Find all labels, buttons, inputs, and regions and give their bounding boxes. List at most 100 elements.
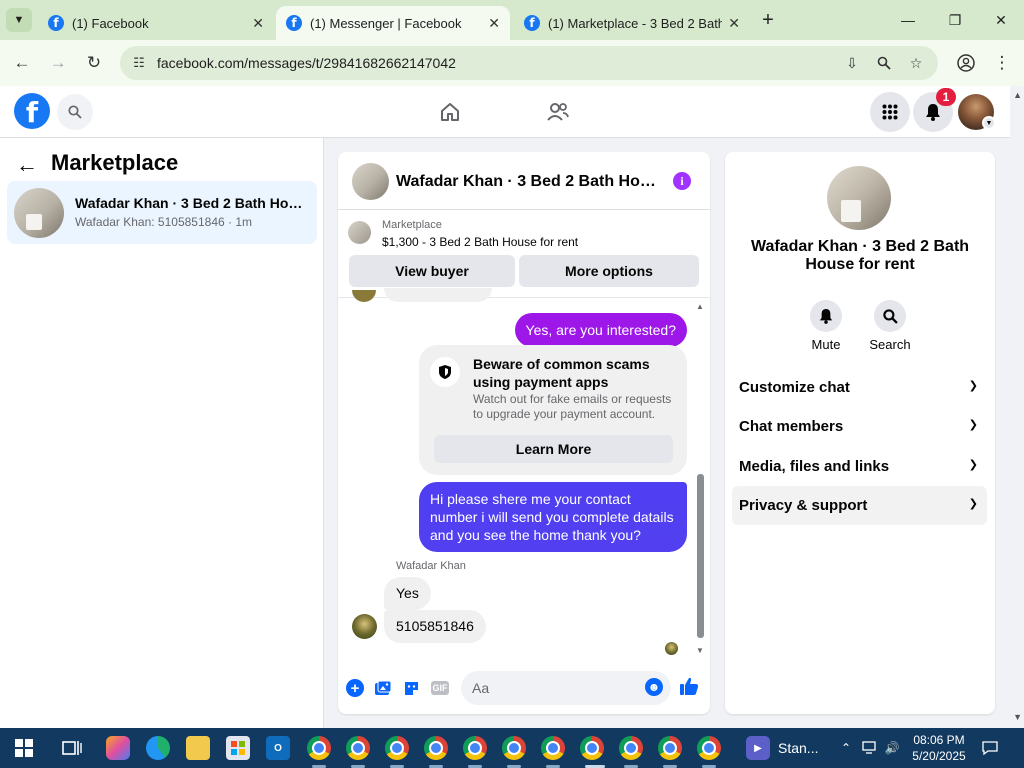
page-scroll-up-icon[interactable]: ▲ bbox=[1013, 90, 1022, 100]
chrome-icon[interactable] bbox=[307, 736, 331, 760]
message-bubble-outgoing[interactable]: Yes, are you interested? bbox=[514, 313, 687, 347]
outlook-icon[interactable]: O bbox=[266, 736, 290, 760]
gif-icon[interactable]: GIF bbox=[431, 681, 449, 695]
section-label: Customize chat bbox=[739, 379, 850, 396]
thumbs-up-icon[interactable] bbox=[679, 676, 699, 702]
close-icon[interactable]: ✕ bbox=[488, 15, 500, 32]
new-tab-plus-icon[interactable]: + bbox=[758, 8, 778, 32]
message-bubble-outgoing[interactable]: Hi please shere me your contact number i… bbox=[419, 482, 687, 552]
message-input[interactable]: Aa bbox=[461, 671, 671, 705]
chrome-icon[interactable] bbox=[502, 736, 526, 760]
listing-price-title[interactable]: $1,300 - 3 Bed 2 Bath House for rent bbox=[382, 235, 578, 249]
page-scroll-down-icon[interactable]: ▼ bbox=[1013, 712, 1022, 722]
tab-search-chevron-icon[interactable]: ▼ bbox=[6, 8, 32, 32]
chevron-down-icon[interactable]: ❯ bbox=[969, 379, 978, 392]
info-icon[interactable]: i bbox=[673, 172, 691, 190]
chrome-icon[interactable] bbox=[580, 736, 604, 760]
back-arrow-icon[interactable]: ← bbox=[16, 152, 38, 178]
chevron-down-icon[interactable]: ▼ bbox=[982, 116, 996, 130]
taskbar-clock[interactable]: 08:06 PM 5/20/2025 bbox=[910, 732, 968, 764]
chat-title[interactable]: Wafadar Khan · 3 Bed 2 Bath House for re… bbox=[396, 173, 658, 191]
conversation-item[interactable]: Wafadar Khan · 3 Bed 2 Bath House for re… bbox=[7, 181, 317, 244]
listing-thumbnail[interactable] bbox=[827, 166, 891, 230]
chrome-icon[interactable] bbox=[619, 736, 643, 760]
microsoft-store-icon[interactable] bbox=[226, 736, 250, 760]
message-bubble-incoming[interactable]: Yes bbox=[384, 577, 431, 610]
scroll-up-icon[interactable]: ▲ bbox=[696, 302, 704, 311]
chevron-down-icon[interactable]: ❯ bbox=[969, 418, 978, 431]
friends-icon[interactable] bbox=[542, 96, 574, 128]
chrome-icon[interactable] bbox=[385, 736, 409, 760]
close-icon[interactable]: ✕ bbox=[728, 15, 740, 32]
chat-panel: Wafadar Khan · 3 Bed 2 Bath House for re… bbox=[338, 152, 710, 714]
tab-messenger[interactable]: f (1) Messenger | Facebook ✕ bbox=[276, 6, 510, 40]
taskbar-app-label[interactable]: Stan... bbox=[778, 740, 818, 756]
menu-grid-icon[interactable] bbox=[870, 92, 910, 132]
sender-avatar[interactable] bbox=[352, 614, 377, 639]
search-button[interactable]: Search bbox=[865, 300, 915, 352]
chat-header: Wafadar Khan · 3 Bed 2 Bath House for re… bbox=[338, 152, 710, 210]
chrome-icon[interactable] bbox=[658, 736, 682, 760]
chrome-icon[interactable] bbox=[463, 736, 487, 760]
video-app-icon[interactable]: ▶ bbox=[746, 736, 770, 760]
task-view-icon[interactable] bbox=[60, 736, 84, 760]
address-bar[interactable]: ☷ facebook.com/messages/t/29841682662147… bbox=[120, 46, 938, 80]
message-composer: + GIF Aa ☻ bbox=[338, 666, 710, 710]
file-explorer-icon[interactable] bbox=[186, 736, 210, 760]
tab-facebook[interactable]: f (1) Facebook ✕ bbox=[38, 6, 274, 40]
network-icon[interactable] bbox=[862, 740, 878, 756]
profile-icon[interactable] bbox=[954, 51, 978, 75]
chat-members-section[interactable]: Chat members ❯ bbox=[732, 407, 987, 446]
chevron-down-icon[interactable]: ❯ bbox=[969, 497, 978, 510]
install-app-icon[interactable]: ⇩ bbox=[842, 54, 862, 72]
reload-icon[interactable]: ↻ bbox=[82, 51, 106, 75]
volume-icon[interactable]: 🔊 bbox=[884, 740, 900, 756]
sticker-icon[interactable] bbox=[400, 677, 422, 699]
customize-chat-section[interactable]: Customize chat ❯ bbox=[732, 368, 987, 407]
edge-browser-icon[interactable] bbox=[146, 736, 170, 760]
site-settings-icon[interactable]: ☷ bbox=[130, 54, 148, 72]
plus-icon[interactable]: + bbox=[346, 679, 364, 697]
back-icon[interactable]: ← bbox=[10, 51, 34, 75]
chrome-icon[interactable] bbox=[346, 736, 370, 760]
chevron-up-icon[interactable]: ⌃ bbox=[838, 740, 854, 756]
scroll-down-icon[interactable]: ▼ bbox=[696, 646, 704, 655]
chrome-icon[interactable] bbox=[424, 736, 448, 760]
mute-button[interactable]: Mute bbox=[801, 300, 851, 352]
clock-date: 5/20/2025 bbox=[912, 749, 966, 763]
restore-icon[interactable]: ❐ bbox=[935, 6, 975, 34]
photo-icon[interactable] bbox=[372, 677, 394, 699]
home-icon[interactable] bbox=[434, 96, 466, 128]
view-buyer-button[interactable]: View buyer bbox=[349, 255, 515, 287]
search-icon[interactable] bbox=[57, 94, 93, 130]
copilot-icon[interactable] bbox=[106, 736, 130, 760]
bell-icon[interactable] bbox=[810, 300, 842, 332]
message-scrollbar[interactable] bbox=[697, 474, 704, 638]
minimize-icon[interactable]: — bbox=[888, 6, 928, 34]
forward-icon[interactable]: → bbox=[46, 51, 70, 75]
windows-start-icon[interactable] bbox=[12, 736, 36, 760]
chrome-icon[interactable] bbox=[697, 736, 721, 760]
chrome-icon[interactable] bbox=[541, 736, 565, 760]
tab-marketplace[interactable]: f (1) Marketplace - 3 Bed 2 Bath Hou ✕ bbox=[514, 6, 750, 40]
emoji-icon[interactable]: ☻ bbox=[645, 678, 663, 696]
zoom-icon[interactable] bbox=[874, 54, 894, 72]
facebook-logo-icon[interactable]: f bbox=[14, 93, 50, 129]
listing-thumbnail[interactable] bbox=[352, 163, 389, 200]
close-icon[interactable]: ✕ bbox=[252, 15, 264, 32]
marketplace-listing-banner: Marketplace $1,300 - 3 Bed 2 Bath House … bbox=[338, 210, 710, 298]
media-files-links-section[interactable]: Media, files and links ❯ bbox=[732, 447, 987, 486]
url-text[interactable]: facebook.com/messages/t/2984168266214704… bbox=[157, 55, 456, 71]
tab-title: (1) Facebook bbox=[72, 15, 149, 31]
learn-more-button[interactable]: Learn More bbox=[434, 435, 673, 463]
more-options-button[interactable]: More options bbox=[519, 255, 699, 287]
bookmark-star-icon[interactable]: ☆ bbox=[906, 54, 926, 72]
window-close-icon[interactable]: ✕ bbox=[981, 6, 1021, 34]
browser-menu-icon[interactable]: ⋮ bbox=[990, 51, 1014, 75]
notifications-center-icon[interactable] bbox=[982, 740, 998, 756]
chevron-down-icon[interactable]: ❯ bbox=[969, 458, 978, 471]
message-bubble-incoming[interactable]: 5105851846 bbox=[384, 610, 486, 643]
search-icon[interactable] bbox=[874, 300, 906, 332]
privacy-support-section[interactable]: Privacy & support ❯ bbox=[732, 486, 987, 525]
sender-name: Wafadar Khan bbox=[396, 560, 466, 572]
